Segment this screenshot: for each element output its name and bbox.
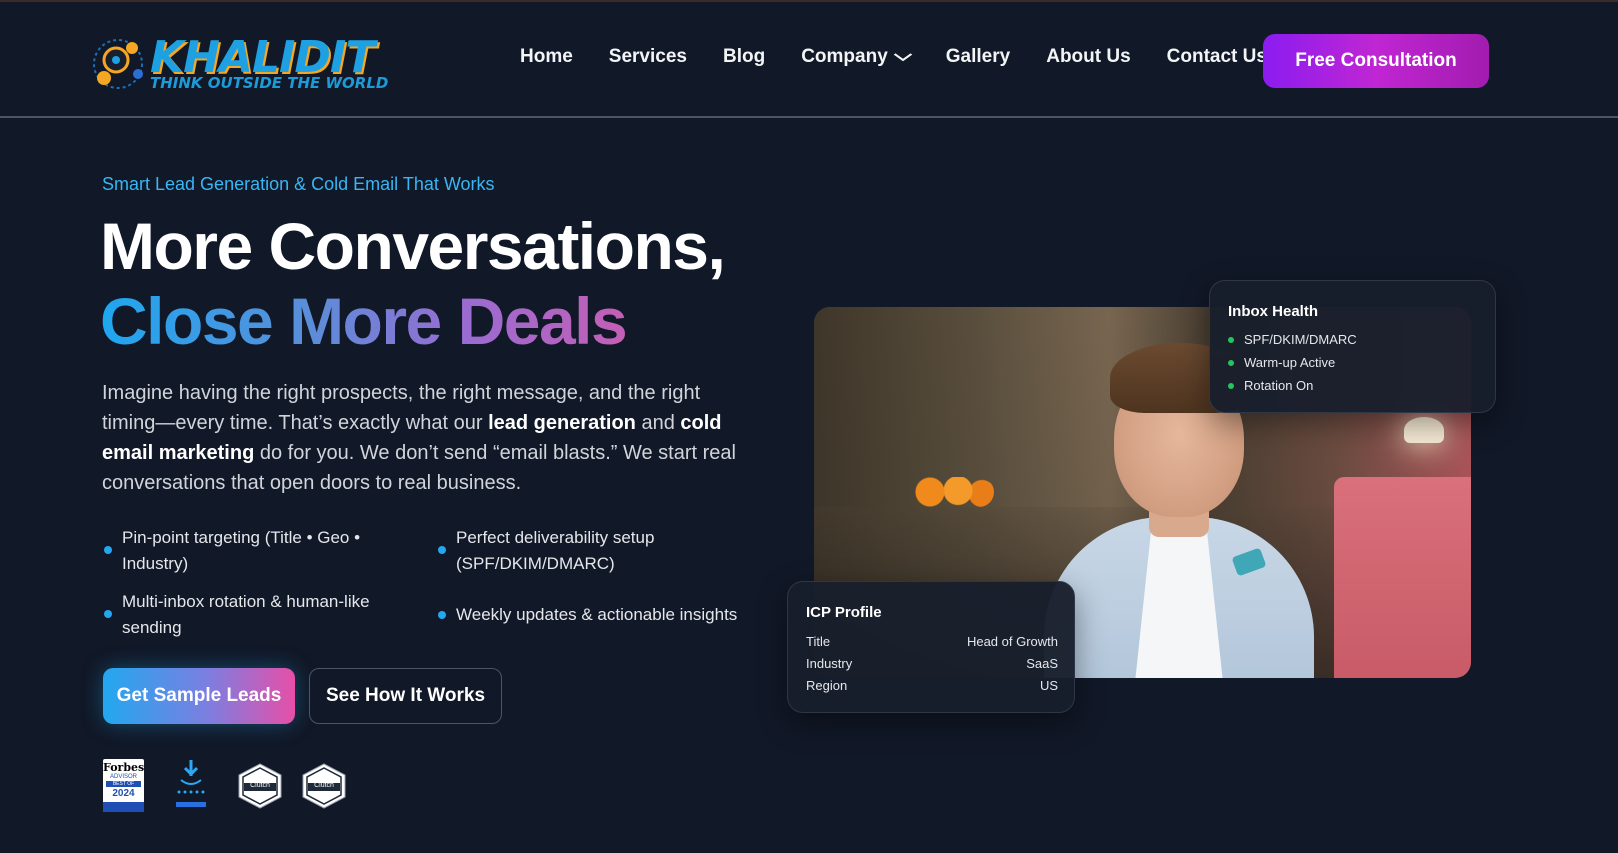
inbox-health-title: Inbox Health bbox=[1228, 303, 1319, 320]
bullet-dot-icon bbox=[104, 610, 112, 618]
see-how-it-works-button[interactable]: See How It Works bbox=[309, 668, 502, 724]
nav-blog[interactable]: Blog bbox=[723, 46, 765, 68]
red-booth bbox=[1334, 477, 1471, 678]
bullet-dot-icon bbox=[438, 546, 446, 554]
inbox-health-card: Inbox Health SPF/DKIM/DMARC Warm-up Acti… bbox=[1209, 280, 1496, 413]
inbox-health-item: Rotation On bbox=[1228, 378, 1313, 393]
clutch-badge-2: Clutch bbox=[302, 763, 346, 809]
bullet-dot-icon bbox=[104, 546, 112, 554]
oranges-bowl bbox=[914, 477, 994, 507]
feature-bullet: Perfect deliverability setup (SPF/DKIM/D… bbox=[438, 525, 738, 577]
forbes-badge-subtitle: ADVISOR bbox=[109, 774, 137, 780]
icp-row-label: Industry bbox=[806, 656, 853, 671]
get-sample-leads-button[interactable]: Get Sample Leads bbox=[103, 668, 295, 724]
inbox-health-item-text: Warm-up Active bbox=[1244, 355, 1336, 370]
brand-tagline: THINK OUTSIDE THE WORLD bbox=[150, 74, 389, 92]
hero-headline-line2: Close More Deals bbox=[100, 284, 628, 358]
icp-profile-card: ICP Profile Title Head of Growth Industry… bbox=[787, 581, 1075, 713]
inbox-health-item-text: SPF/DKIM/DMARC bbox=[1244, 332, 1357, 347]
status-dot-icon bbox=[1228, 336, 1234, 343]
icp-row-value: SaaS bbox=[1026, 656, 1058, 671]
nav-services-label: Services bbox=[608, 46, 687, 67]
icp-row-label: Region bbox=[806, 678, 848, 693]
feature-bullet: Pin-point targeting (Title • Geo • Indus… bbox=[104, 525, 394, 577]
icp-profile-title: ICP Profile bbox=[806, 604, 882, 621]
feature-bullet-text: Multi-inbox rotation & human-like sendin… bbox=[122, 592, 370, 637]
clutch-badge-1: Clutch bbox=[238, 763, 282, 809]
icp-profile-row: Title Head of Growth bbox=[806, 634, 1058, 649]
brand-logo[interactable]: KHALIDIT THINK OUTSIDE THE WORLD bbox=[88, 30, 388, 96]
icp-row-value: US bbox=[1039, 678, 1058, 693]
nav-company[interactable]: Company bbox=[801, 46, 913, 68]
feature-bullet-text: Perfect deliverability setup (SPF/DKIM/D… bbox=[456, 528, 655, 573]
nav-home[interactable]: Home bbox=[520, 46, 573, 68]
clutch-badge-2-label: Clutch bbox=[314, 782, 334, 789]
bullet-dot-icon bbox=[438, 611, 446, 619]
nav-about-us[interactable]: About Us bbox=[1046, 46, 1130, 68]
nav-gallery-label: Gallery bbox=[945, 46, 1011, 67]
inbox-health-item-text: Rotation On bbox=[1244, 378, 1314, 393]
lead-text-2: and bbox=[635, 412, 681, 434]
inbox-health-item: Warm-up Active bbox=[1228, 355, 1335, 370]
icp-row-value: Head of Growth bbox=[966, 634, 1058, 649]
hero-eyebrow: Smart Lead Generation & Cold Email That … bbox=[102, 174, 495, 194]
forbes-badge-title: Forbes bbox=[103, 761, 145, 774]
feature-bullet-text: Pin-point targeting (Title • Geo • Indus… bbox=[122, 528, 361, 573]
hero-headline-line1: More Conversations, bbox=[100, 209, 726, 283]
nav-company-label: Company bbox=[801, 46, 888, 67]
icp-profile-row: Region US bbox=[806, 678, 1058, 693]
forbes-badge-footer bbox=[103, 802, 144, 812]
forbes-advisor-badge: Forbes ADVISOR BEST OF 2024 bbox=[103, 759, 144, 812]
clutch-badge-1-label: Clutch bbox=[250, 782, 270, 789]
status-dot-icon bbox=[1228, 359, 1234, 366]
site-header: KHALIDIT THINK OUTSIDE THE WORLD Home Se… bbox=[0, 2, 1618, 118]
hero-lead-paragraph: Imagine having the right prospects, the … bbox=[102, 378, 742, 498]
forbes-badge-ribbon: BEST OF bbox=[106, 781, 141, 787]
globe-logo-icon bbox=[93, 39, 143, 89]
feature-bullet: Multi-inbox rotation & human-like sendin… bbox=[104, 589, 394, 641]
nav-blog-label: Blog bbox=[722, 46, 766, 67]
nav-home-label: Home bbox=[520, 46, 573, 67]
icp-row-label: Title bbox=[806, 634, 831, 649]
forbes-badge-year: 2024 bbox=[112, 788, 135, 799]
nav-contact-us[interactable]: Contact Us bbox=[1167, 46, 1267, 68]
lead-bold-1: lead generation bbox=[488, 412, 636, 434]
nav-about-us-label: About Us bbox=[1046, 46, 1131, 67]
nav-contact-us-label: Contact Us bbox=[1166, 46, 1267, 67]
status-dot-icon bbox=[1228, 382, 1234, 389]
feature-bullet: Weekly updates & actionable insights bbox=[438, 602, 748, 628]
icp-profile-row: Industry SaaS bbox=[806, 656, 1058, 671]
lamp-glow bbox=[1404, 417, 1444, 443]
nav-services[interactable]: Services bbox=[609, 46, 687, 68]
nav-gallery[interactable]: Gallery bbox=[946, 46, 1010, 68]
award-ribbon-icon bbox=[176, 760, 206, 807]
inbox-health-item: SPF/DKIM/DMARC bbox=[1228, 332, 1357, 347]
feature-bullet-text: Weekly updates & actionable insights bbox=[456, 605, 738, 624]
free-consultation-button[interactable]: Free Consultation bbox=[1263, 34, 1489, 88]
chevron-down-icon bbox=[893, 52, 913, 61]
main-nav: Home Services Blog Company Gallery About… bbox=[520, 46, 1303, 68]
